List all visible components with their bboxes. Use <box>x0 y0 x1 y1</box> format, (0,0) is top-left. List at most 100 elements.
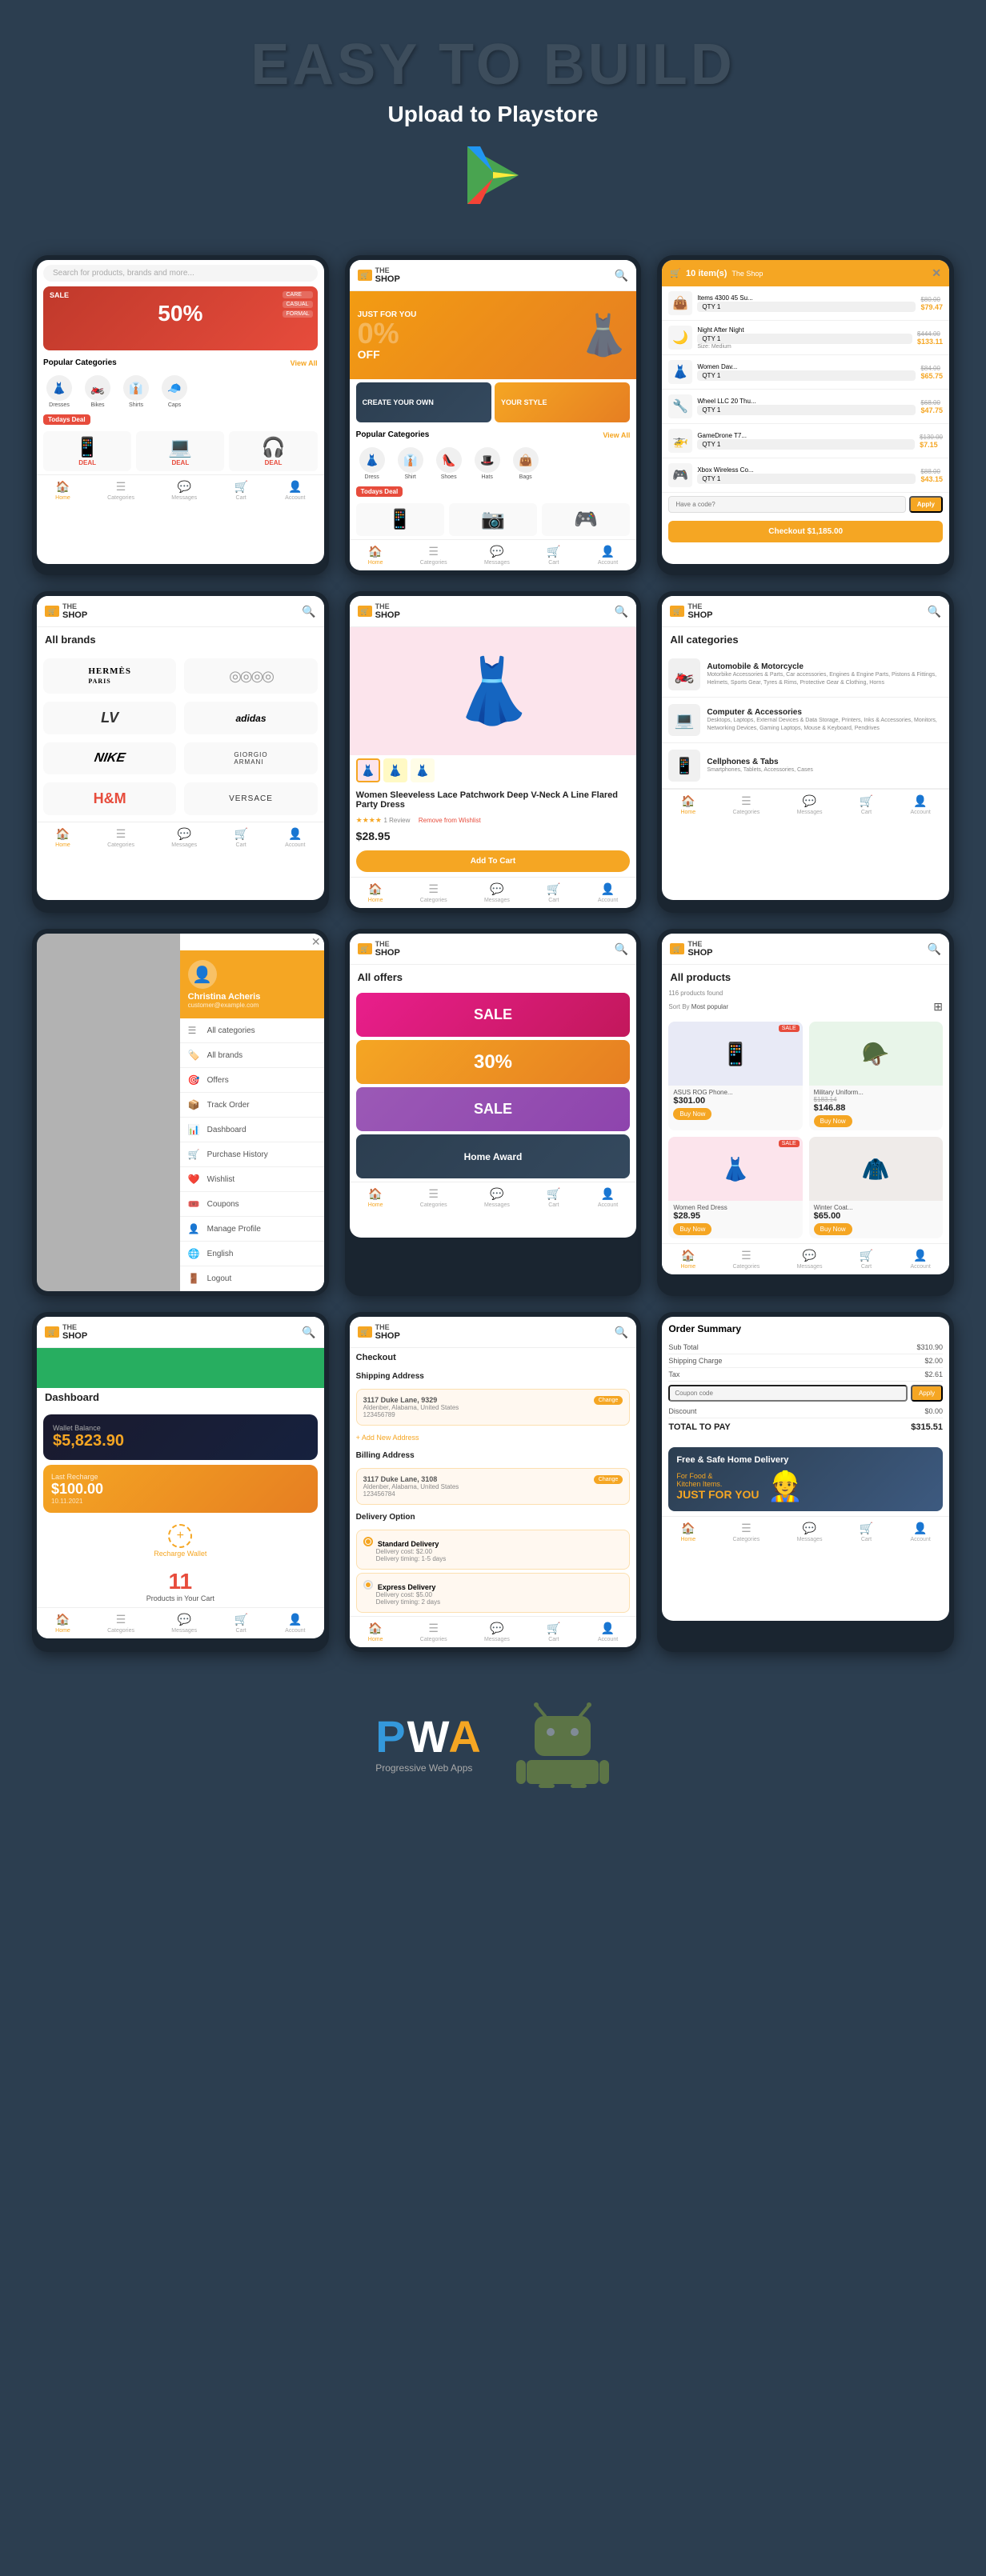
nav-home-p[interactable]: 🏠Home <box>368 882 383 903</box>
nav-acc-d[interactable]: 👤Account <box>285 1613 305 1634</box>
cat-item[interactable]: 🎩Hats <box>471 447 503 480</box>
nav-cart-2[interactable]: 🛒Cart <box>547 545 560 566</box>
menu-track-order[interactable]: 📦Track Order <box>180 1093 324 1118</box>
cat-item[interactable]: 👠Shoes <box>433 447 465 480</box>
menu-wishlist[interactable]: ❤️Wishlist <box>180 1167 324 1192</box>
apply-promo-btn[interactable]: Apply <box>911 1385 943 1402</box>
change-btn-billing[interactable]: Change <box>594 1475 623 1484</box>
nav-msg-b[interactable]: 💬Messages <box>171 827 197 848</box>
cat-item[interactable]: 👔Shirt <box>395 447 427 480</box>
category-item[interactable]: 🧢Caps <box>158 375 190 408</box>
offer-3[interactable]: SALE <box>356 1087 631 1131</box>
radio-express[interactable] <box>363 1580 373 1590</box>
menu-language[interactable]: 🌐English <box>180 1242 324 1266</box>
thumb-2[interactable]: 👗 <box>383 758 407 782</box>
deal-item[interactable]: 💻DEAL <box>136 431 224 471</box>
nav-cart-p[interactable]: 🛒Cart <box>547 882 560 903</box>
category-item[interactable]: 👔Shirts <box>120 375 152 408</box>
nav-cart[interactable]: 🛒Cart <box>234 480 247 501</box>
promo-input[interactable] <box>668 1385 908 1402</box>
nav-acc-c[interactable]: 👤Account <box>910 794 930 815</box>
nav-home[interactable]: 🏠Home <box>55 480 70 501</box>
brand-armani[interactable]: GIORGIOARMANI <box>184 742 317 774</box>
deal-item[interactable]: 📱DEAL <box>43 431 131 471</box>
thumb-1[interactable]: 👗 <box>356 758 380 782</box>
grid-toggle[interactable]: ⊞ <box>933 1000 943 1014</box>
nav-cart-o[interactable]: 🛒Cart <box>547 1187 560 1208</box>
change-btn-shipping[interactable]: Change <box>594 1396 623 1405</box>
nav-msg-p[interactable]: 💬Messages <box>484 882 510 903</box>
nav-messages[interactable]: 💬Messages <box>171 480 197 501</box>
cat-auto[interactable]: 🏍️ Automobile & Motorcycle Motorbike Acc… <box>662 652 949 698</box>
nav-account-2[interactable]: 👤Account <box>598 545 618 566</box>
radio-standard[interactable] <box>363 1537 373 1546</box>
product-card-2[interactable]: 🪖 Military Uniform... $183.14 $146.88 Bu… <box>809 1022 943 1130</box>
deal-item[interactable]: 🎧DEAL <box>229 431 317 471</box>
nav-msg-o[interactable]: 💬Messages <box>484 1187 510 1208</box>
buy-now-4[interactable]: Buy Now <box>814 1223 852 1235</box>
deal-item-2[interactable]: 🎮 <box>542 503 630 536</box>
search-icon-p[interactable]: 🔍 <box>615 605 628 618</box>
nav-home-2[interactable]: 🏠Home <box>368 545 383 566</box>
deal-item-2[interactable]: 📱 <box>356 503 444 536</box>
search-bar[interactable]: Search for products, brands and more... <box>43 265 318 282</box>
express-delivery[interactable]: Express Delivery Delivery cost: $5.00 De… <box>356 1573 631 1613</box>
nav-cats-o[interactable]: ☰Categories <box>420 1187 447 1208</box>
nav-account[interactable]: 👤Account <box>285 480 305 501</box>
nav-messages-2[interactable]: 💬Messages <box>484 545 510 566</box>
nav-acc-b[interactable]: 👤Account <box>285 827 305 848</box>
product-card-1[interactable]: 📱 SALE ASUS ROG Phone... $301.00 Buy Now <box>668 1022 802 1130</box>
checkout-btn[interactable]: Checkout $1,185.00 <box>668 521 943 542</box>
nav-msg-pr[interactable]: 💬Messages <box>797 1249 823 1270</box>
search-icon-brands[interactable]: 🔍 <box>302 605 315 618</box>
thumb-3[interactable]: 👗 <box>411 758 435 782</box>
nav-msg-c[interactable]: 💬Messages <box>797 794 823 815</box>
category-item[interactable]: 👗Dresses <box>43 375 75 408</box>
close-btn[interactable]: ✕ <box>932 266 941 280</box>
add-new-address-btn[interactable]: + Add New Address <box>350 1429 637 1446</box>
nav-cart-b[interactable]: 🛒Cart <box>234 827 247 848</box>
brand-audi[interactable]: ◎◎◎◎ <box>184 658 317 694</box>
buy-now-3[interactable]: Buy Now <box>673 1223 711 1235</box>
menu-logout[interactable]: 🚪Logout <box>180 1266 324 1291</box>
search-icon[interactable]: 🔍 <box>615 269 628 282</box>
nav-categories[interactable]: ☰Categories <box>107 480 134 501</box>
menu-all-categories[interactable]: ☰All categories <box>180 1018 324 1043</box>
view-all-btn[interactable]: View All <box>291 359 318 367</box>
search-icon-pr[interactable]: 🔍 <box>928 942 941 956</box>
apply-coupon-btn[interactable]: Apply <box>909 496 943 513</box>
nav-cart-d[interactable]: 🛒Cart <box>234 1613 247 1634</box>
nav-cats-os[interactable]: ☰Categories <box>732 1522 760 1542</box>
search-icon-c[interactable]: 🔍 <box>928 605 941 618</box>
nav-home-o[interactable]: 🏠Home <box>368 1187 383 1208</box>
nav-msg-d[interactable]: 💬Messages <box>171 1613 197 1634</box>
deal-item-2[interactable]: 📷 <box>449 503 537 536</box>
nav-cats-p[interactable]: ☰Categories <box>420 882 447 903</box>
nav-categories-2[interactable]: ☰Categories <box>420 545 447 566</box>
menu-all-brands[interactable]: 🏷️All brands <box>180 1043 324 1068</box>
wishlist-label[interactable]: Remove from Wishlist <box>419 817 481 824</box>
nav-acc-ch[interactable]: 👤Account <box>598 1622 618 1642</box>
buy-now-1[interactable]: Buy Now <box>673 1108 711 1120</box>
cat-item[interactable]: 👗Dress <box>356 447 388 480</box>
cat-phones[interactable]: 📱 Cellphones & Tabs Smartphones, Tablets… <box>662 743 949 789</box>
brand-versace[interactable]: VERSACE <box>184 782 317 815</box>
search-icon-ch[interactable]: 🔍 <box>615 1326 628 1339</box>
sort-value[interactable]: Most popular <box>691 1003 728 1010</box>
offer-2[interactable]: 30% <box>356 1040 631 1084</box>
offer-4[interactable]: Home Award <box>356 1134 631 1178</box>
menu-profile[interactable]: 👤Manage Profile <box>180 1217 324 1242</box>
product-card-4[interactable]: 🧥 Winter Coat... $65.00 Buy Now <box>809 1137 943 1238</box>
nav-home-c[interactable]: 🏠Home <box>680 794 695 815</box>
nav-msg-os[interactable]: 💬Messages <box>797 1522 823 1542</box>
drawer-close-btn[interactable]: ✕ <box>311 935 321 949</box>
product-card-3[interactable]: 👗 SALE Women Red Dress $28.95 Buy Now <box>668 1137 802 1238</box>
menu-dashboard[interactable]: 📊Dashboard <box>180 1118 324 1142</box>
menu-purchase[interactable]: 🛒Purchase History <box>180 1142 324 1167</box>
buy-now-2[interactable]: Buy Now <box>814 1115 852 1127</box>
nav-cats-ch[interactable]: ☰Categories <box>420 1622 447 1642</box>
nav-acc-pr[interactable]: 👤Account <box>910 1249 930 1270</box>
cat-item[interactable]: 👜Bags <box>510 447 542 480</box>
nav-msg-ch[interactable]: 💬Messages <box>484 1622 510 1642</box>
nav-cats-pr[interactable]: ☰Categories <box>732 1249 760 1270</box>
